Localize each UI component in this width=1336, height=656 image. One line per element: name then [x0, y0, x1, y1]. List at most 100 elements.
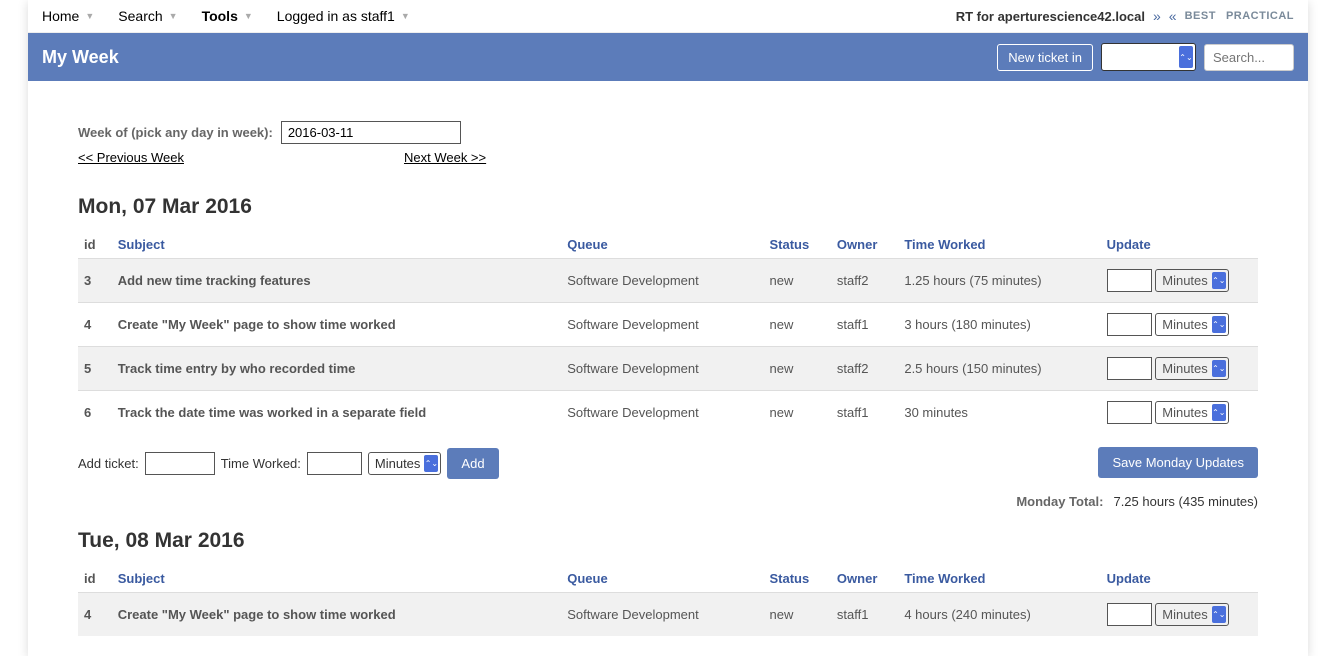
column-header-queue[interactable]: Queue — [561, 563, 763, 593]
best-practical-logo: BEST — [1185, 10, 1218, 22]
ticket-id[interactable]: 4 — [78, 303, 112, 347]
add-time-worked-label: Time Worked: — [221, 456, 301, 471]
update-time-input[interactable] — [1107, 357, 1152, 380]
ticket-subject[interactable]: Track the date time was worked in a sepa… — [112, 391, 562, 435]
ticket-id[interactable]: 6 — [78, 391, 112, 435]
select-caret-icon: ⌃⌄ — [1212, 316, 1226, 333]
day-header: Tue, 08 Mar 2016 — [78, 529, 1258, 553]
queue-select-value: Software De — [1108, 48, 1173, 63]
chevron-down-icon: ▼ — [244, 11, 253, 21]
queue-select[interactable]: Software De ⌃⌄ — [1101, 43, 1196, 71]
ticket-status: new — [764, 259, 831, 303]
nav-tools[interactable]: Tools ▼ — [202, 8, 253, 24]
ticket-row: 6Track the date time was worked in a sep… — [78, 391, 1258, 435]
add-unit-select[interactable]: Minutes⌃⌄ — [368, 452, 442, 475]
update-time-input[interactable] — [1107, 401, 1152, 424]
ticket-table: idSubjectQueueStatusOwnerTime WorkedUpda… — [78, 563, 1258, 636]
select-caret-icon: ⌃⌄ — [424, 455, 438, 472]
titlebar-actions: New ticket in Software De ⌃⌄ — [997, 43, 1294, 71]
new-ticket-button[interactable]: New ticket in — [997, 44, 1093, 71]
ticket-time-worked: 3 hours (180 minutes) — [898, 303, 1100, 347]
ticket-subject[interactable]: Add new time tracking features — [112, 259, 562, 303]
update-unit-select[interactable]: Minutes⌃⌄ — [1155, 269, 1229, 292]
ticket-id[interactable]: 4 — [78, 593, 112, 637]
topnav: Home ▼ Search ▼ Tools ▼ Logged in as sta… — [42, 8, 410, 24]
update-time-input[interactable] — [1107, 603, 1152, 626]
ticket-update-cell: Minutes⌃⌄ — [1101, 259, 1258, 303]
column-header-subject[interactable]: Subject — [112, 563, 562, 593]
day-total-value: 7.25 hours (435 minutes) — [1113, 494, 1258, 509]
expand-left-icon[interactable]: « — [1169, 8, 1177, 24]
nav-search[interactable]: Search ▼ — [118, 8, 177, 24]
ticket-row: 3Add new time tracking featuresSoftware … — [78, 259, 1258, 303]
column-header-id[interactable]: id — [78, 229, 112, 259]
week-picker-label: Week of (pick any day in week): — [78, 125, 273, 140]
add-ticket-input[interactable] — [145, 452, 215, 475]
update-unit-select[interactable]: Minutes⌃⌄ — [1155, 357, 1229, 380]
add-time-worked-input[interactable] — [307, 452, 362, 475]
ticket-status: new — [764, 303, 831, 347]
update-unit-select[interactable]: Minutes⌃⌄ — [1155, 313, 1229, 336]
page-title: My Week — [42, 47, 119, 68]
ticket-update-cell: Minutes⌃⌄ — [1101, 391, 1258, 435]
ticket-queue: Software Development — [561, 347, 763, 391]
expand-right-icon[interactable]: » — [1153, 8, 1161, 24]
nav-logged-in[interactable]: Logged in as staff1 ▼ — [277, 8, 410, 24]
select-caret-icon: ⌃⌄ — [1212, 360, 1226, 377]
column-header-subject[interactable]: Subject — [112, 229, 562, 259]
best-practical-logo-2: PRACTICAL — [1226, 10, 1294, 22]
ticket-id[interactable]: 3 — [78, 259, 112, 303]
ticket-subject[interactable]: Create "My Week" page to show time worke… — [112, 303, 562, 347]
ticket-subject[interactable]: Create "My Week" page to show time worke… — [112, 593, 562, 637]
column-header-status[interactable]: Status — [764, 563, 831, 593]
column-header-update[interactable]: Update — [1101, 563, 1258, 593]
ticket-row: 4Create "My Week" page to show time work… — [78, 303, 1258, 347]
chevron-down-icon: ▼ — [169, 11, 178, 21]
column-header-worked[interactable]: Time Worked — [898, 229, 1100, 259]
column-header-owner[interactable]: Owner — [831, 563, 898, 593]
save-updates-button[interactable]: Save Monday Updates — [1098, 447, 1258, 478]
ticket-id[interactable]: 5 — [78, 347, 112, 391]
titlebar: My Week New ticket in Software De ⌃⌄ — [28, 33, 1308, 81]
column-header-queue[interactable]: Queue — [561, 229, 763, 259]
nav-logged-in-label: Logged in as staff1 — [277, 8, 395, 24]
update-unit-select[interactable]: Minutes⌃⌄ — [1155, 603, 1229, 626]
add-button[interactable]: Add — [447, 448, 498, 479]
next-week-link[interactable]: Next Week >> — [404, 150, 486, 165]
column-header-status[interactable]: Status — [764, 229, 831, 259]
ticket-owner: staff2 — [831, 347, 898, 391]
ticket-queue: Software Development — [561, 391, 763, 435]
ticket-time-worked: 4 hours (240 minutes) — [898, 593, 1100, 637]
update-time-input[interactable] — [1107, 269, 1152, 292]
logo-text-1: BEST — [1185, 10, 1216, 22]
rt-for-label: RT for aperturescience42.local — [956, 9, 1145, 24]
topbar: Home ▼ Search ▼ Tools ▼ Logged in as sta… — [28, 0, 1308, 33]
week-nav: << Previous Week Next Week >> — [78, 150, 1258, 165]
ticket-subject[interactable]: Track time entry by who recorded time — [112, 347, 562, 391]
chevron-down-icon: ▼ — [85, 11, 94, 21]
previous-week-link[interactable]: << Previous Week — [78, 150, 184, 165]
week-date-input[interactable] — [281, 121, 461, 144]
chevron-down-icon: ▼ — [401, 11, 410, 21]
column-header-update[interactable]: Update — [1101, 229, 1258, 259]
update-time-input[interactable] — [1107, 313, 1152, 336]
ticket-time-worked: 2.5 hours (150 minutes) — [898, 347, 1100, 391]
nav-home[interactable]: Home ▼ — [42, 8, 94, 24]
ticket-time-worked: 1.25 hours (75 minutes) — [898, 259, 1100, 303]
ticket-queue: Software Development — [561, 259, 763, 303]
update-unit-select[interactable]: Minutes⌃⌄ — [1155, 401, 1229, 424]
ticket-owner: staff1 — [831, 593, 898, 637]
ticket-queue: Software Development — [561, 593, 763, 637]
select-caret-icon: ⌃⌄ — [1212, 606, 1226, 623]
ticket-owner: staff2 — [831, 259, 898, 303]
column-header-owner[interactable]: Owner — [831, 229, 898, 259]
ticket-status: new — [764, 391, 831, 435]
topbar-right: RT for aperturescience42.local » « BEST … — [956, 8, 1294, 24]
select-caret-icon: ⌃⌄ — [1179, 46, 1193, 68]
nav-search-label: Search — [118, 8, 162, 24]
ticket-table: idSubjectQueueStatusOwnerTime WorkedUpda… — [78, 229, 1258, 434]
column-header-worked[interactable]: Time Worked — [898, 563, 1100, 593]
search-input[interactable] — [1204, 44, 1294, 71]
column-header-id[interactable]: id — [78, 563, 112, 593]
ticket-queue: Software Development — [561, 303, 763, 347]
